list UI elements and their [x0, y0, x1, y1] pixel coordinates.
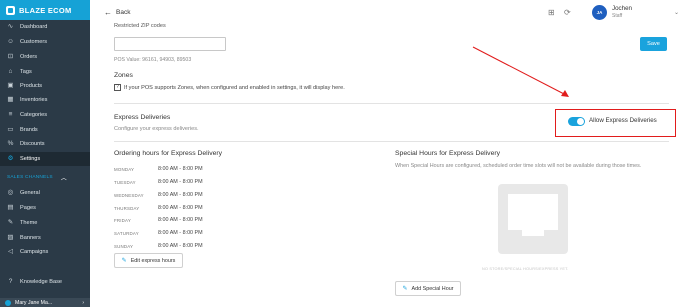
express-title: Express Deliveries — [114, 114, 171, 121]
sidebar-item-banners[interactable]: ▨ Banners — [0, 231, 90, 245]
sidebar-item-products[interactable]: ▣ Products — [0, 79, 90, 93]
save-button[interactable]: Save — [640, 37, 667, 51]
sidebar-item-general[interactable]: ◎ General — [0, 186, 90, 200]
hours-row: TUESDAY 8:00 AM - 8:00 PM — [114, 179, 203, 185]
sidebar-item-tags[interactable]: ⌂ Tags — [0, 65, 90, 79]
pos-value-text: POS Value: 96161, 94903, 89503 — [114, 57, 192, 63]
main-content: Restricted ZIP codes POS Value: 96161, 9… — [90, 23, 688, 307]
cart-icon: ⊡ — [7, 52, 14, 60]
hours-row: SATURDAY 8:00 AM - 8:00 PM — [114, 230, 203, 236]
sidebar-item-categories[interactable]: ≡ Categories — [0, 108, 90, 122]
sidebar: BLAZE ECOM ∿ Dashboard ☺ Customers ⊡ Orders… — [0, 0, 90, 307]
blaze-logo-icon — [6, 5, 15, 15]
sidebar-user-menu[interactable]: Mary Jane Ma... › — [0, 298, 90, 307]
help-circle-icon: ? — [8, 277, 13, 285]
hours-row: FRIDAY 8:00 AM - 8:00 PM — [114, 217, 203, 223]
layers-icon: ≡ — [8, 110, 13, 118]
users-icon: ☺ — [7, 37, 14, 45]
user-avatar[interactable]: JA — [592, 5, 607, 20]
tag-icon: ⌂ — [8, 67, 13, 75]
sidebar-item-settings[interactable]: ⚙ Settings — [0, 152, 90, 166]
edit-icon: ✎ — [402, 286, 408, 292]
sidebar-item-pages[interactable]: ▤ Pages — [0, 201, 90, 215]
gift-icon[interactable]: ⊞ — [548, 8, 555, 17]
sidebar-item-theme[interactable]: ✎ Theme — [0, 216, 90, 230]
ordering-hours-title: Ordering hours for Express Delivery — [114, 150, 223, 157]
allow-express-label[interactable]: Allow Express Deliveries — [589, 117, 657, 124]
sidebar-item-orders[interactable]: ⊡ Orders — [0, 50, 90, 64]
chevron-up-icon: ︿ — [60, 176, 67, 182]
sidebar-item-discounts[interactable]: % Discounts — [0, 137, 90, 151]
briefcase-icon: ▭ — [7, 125, 14, 133]
zip-codes-input[interactable] — [114, 37, 226, 51]
sales-channels-header[interactable]: SALES CHANNELS ︿ — [7, 173, 79, 182]
special-hours-title: Special Hours for Express Delivery — [395, 150, 501, 157]
add-special-hour-button[interactable]: ✎ Add Special Hour — [395, 281, 461, 296]
pulse-icon: ∿ — [7, 22, 14, 30]
brand-name: BLAZE ECOM — [19, 5, 72, 15]
avatar — [5, 299, 11, 306]
back-button[interactable]: ← Back — [104, 8, 130, 17]
zones-title: Zones — [114, 72, 133, 79]
sidebar-item-dashboard[interactable]: ∿ Dashboard — [0, 20, 90, 34]
brand-logo[interactable]: BLAZE ECOM — [0, 0, 90, 20]
hours-row: MONDAY 8:00 AM - 8:00 PM — [114, 166, 203, 172]
grid-icon: ▦ — [7, 95, 14, 103]
sidebar-item-brands[interactable]: ▭ Brands — [0, 123, 90, 137]
allow-express-toggle[interactable] — [568, 117, 585, 126]
image-icon: ▨ — [7, 233, 14, 241]
hours-row: THURSDAY 8:00 AM - 8:00 PM — [114, 205, 203, 211]
discount-icon: % — [7, 139, 14, 147]
arrow-left-icon: ← — [104, 8, 112, 17]
megaphone-icon: ◁ — [8, 247, 13, 255]
express-subtitle: Configure your express deliveries. — [114, 126, 199, 132]
empty-inbox-icon — [498, 184, 568, 254]
divider — [114, 103, 669, 104]
brush-icon: ✎ — [7, 218, 14, 226]
empty-state-text: NO STORE/SPECIAL HOURS/EXPRESS YET. — [482, 267, 569, 271]
globe-icon: ◎ — [7, 188, 14, 196]
special-hours-description: When Special Hours are configured, sched… — [395, 163, 642, 169]
edit-icon: ✎ — [121, 258, 127, 264]
refresh-icon[interactable]: ⟳ — [564, 8, 571, 17]
file-icon: ▤ — [7, 203, 14, 211]
top-bar: ← Back ⊞ ⟳ JA Jochen Staff ⌄ — [90, 0, 688, 26]
sidebar-item-inventories[interactable]: ▦ Inventories — [0, 93, 90, 107]
sidebar-item-customers[interactable]: ☺ Customers — [0, 35, 90, 49]
user-role: Staff — [612, 13, 623, 19]
help-icon: ? — [114, 84, 121, 91]
chevron-down-icon[interactable]: ⌄ — [674, 9, 679, 16]
sidebar-item-knowledge-base[interactable]: ? Knowledge Base — [0, 275, 90, 289]
gear-icon: ⚙ — [7, 154, 14, 162]
box-icon: ▣ — [7, 81, 14, 89]
divider — [114, 141, 669, 142]
chevron-right-icon: › — [82, 299, 84, 306]
hours-row: WEDNESDAY 8:00 AM - 8:00 PM — [114, 192, 203, 198]
user-name[interactable]: Jochen — [612, 5, 632, 12]
zip-label: Restricted ZIP codes — [114, 23, 166, 29]
sidebar-item-campaigns[interactable]: ◁ Campaigns — [0, 245, 90, 259]
edit-express-hours-button[interactable]: ✎ Edit express hours — [114, 253, 183, 268]
zones-description: ? If your POS supports Zones, when config… — [114, 84, 345, 91]
